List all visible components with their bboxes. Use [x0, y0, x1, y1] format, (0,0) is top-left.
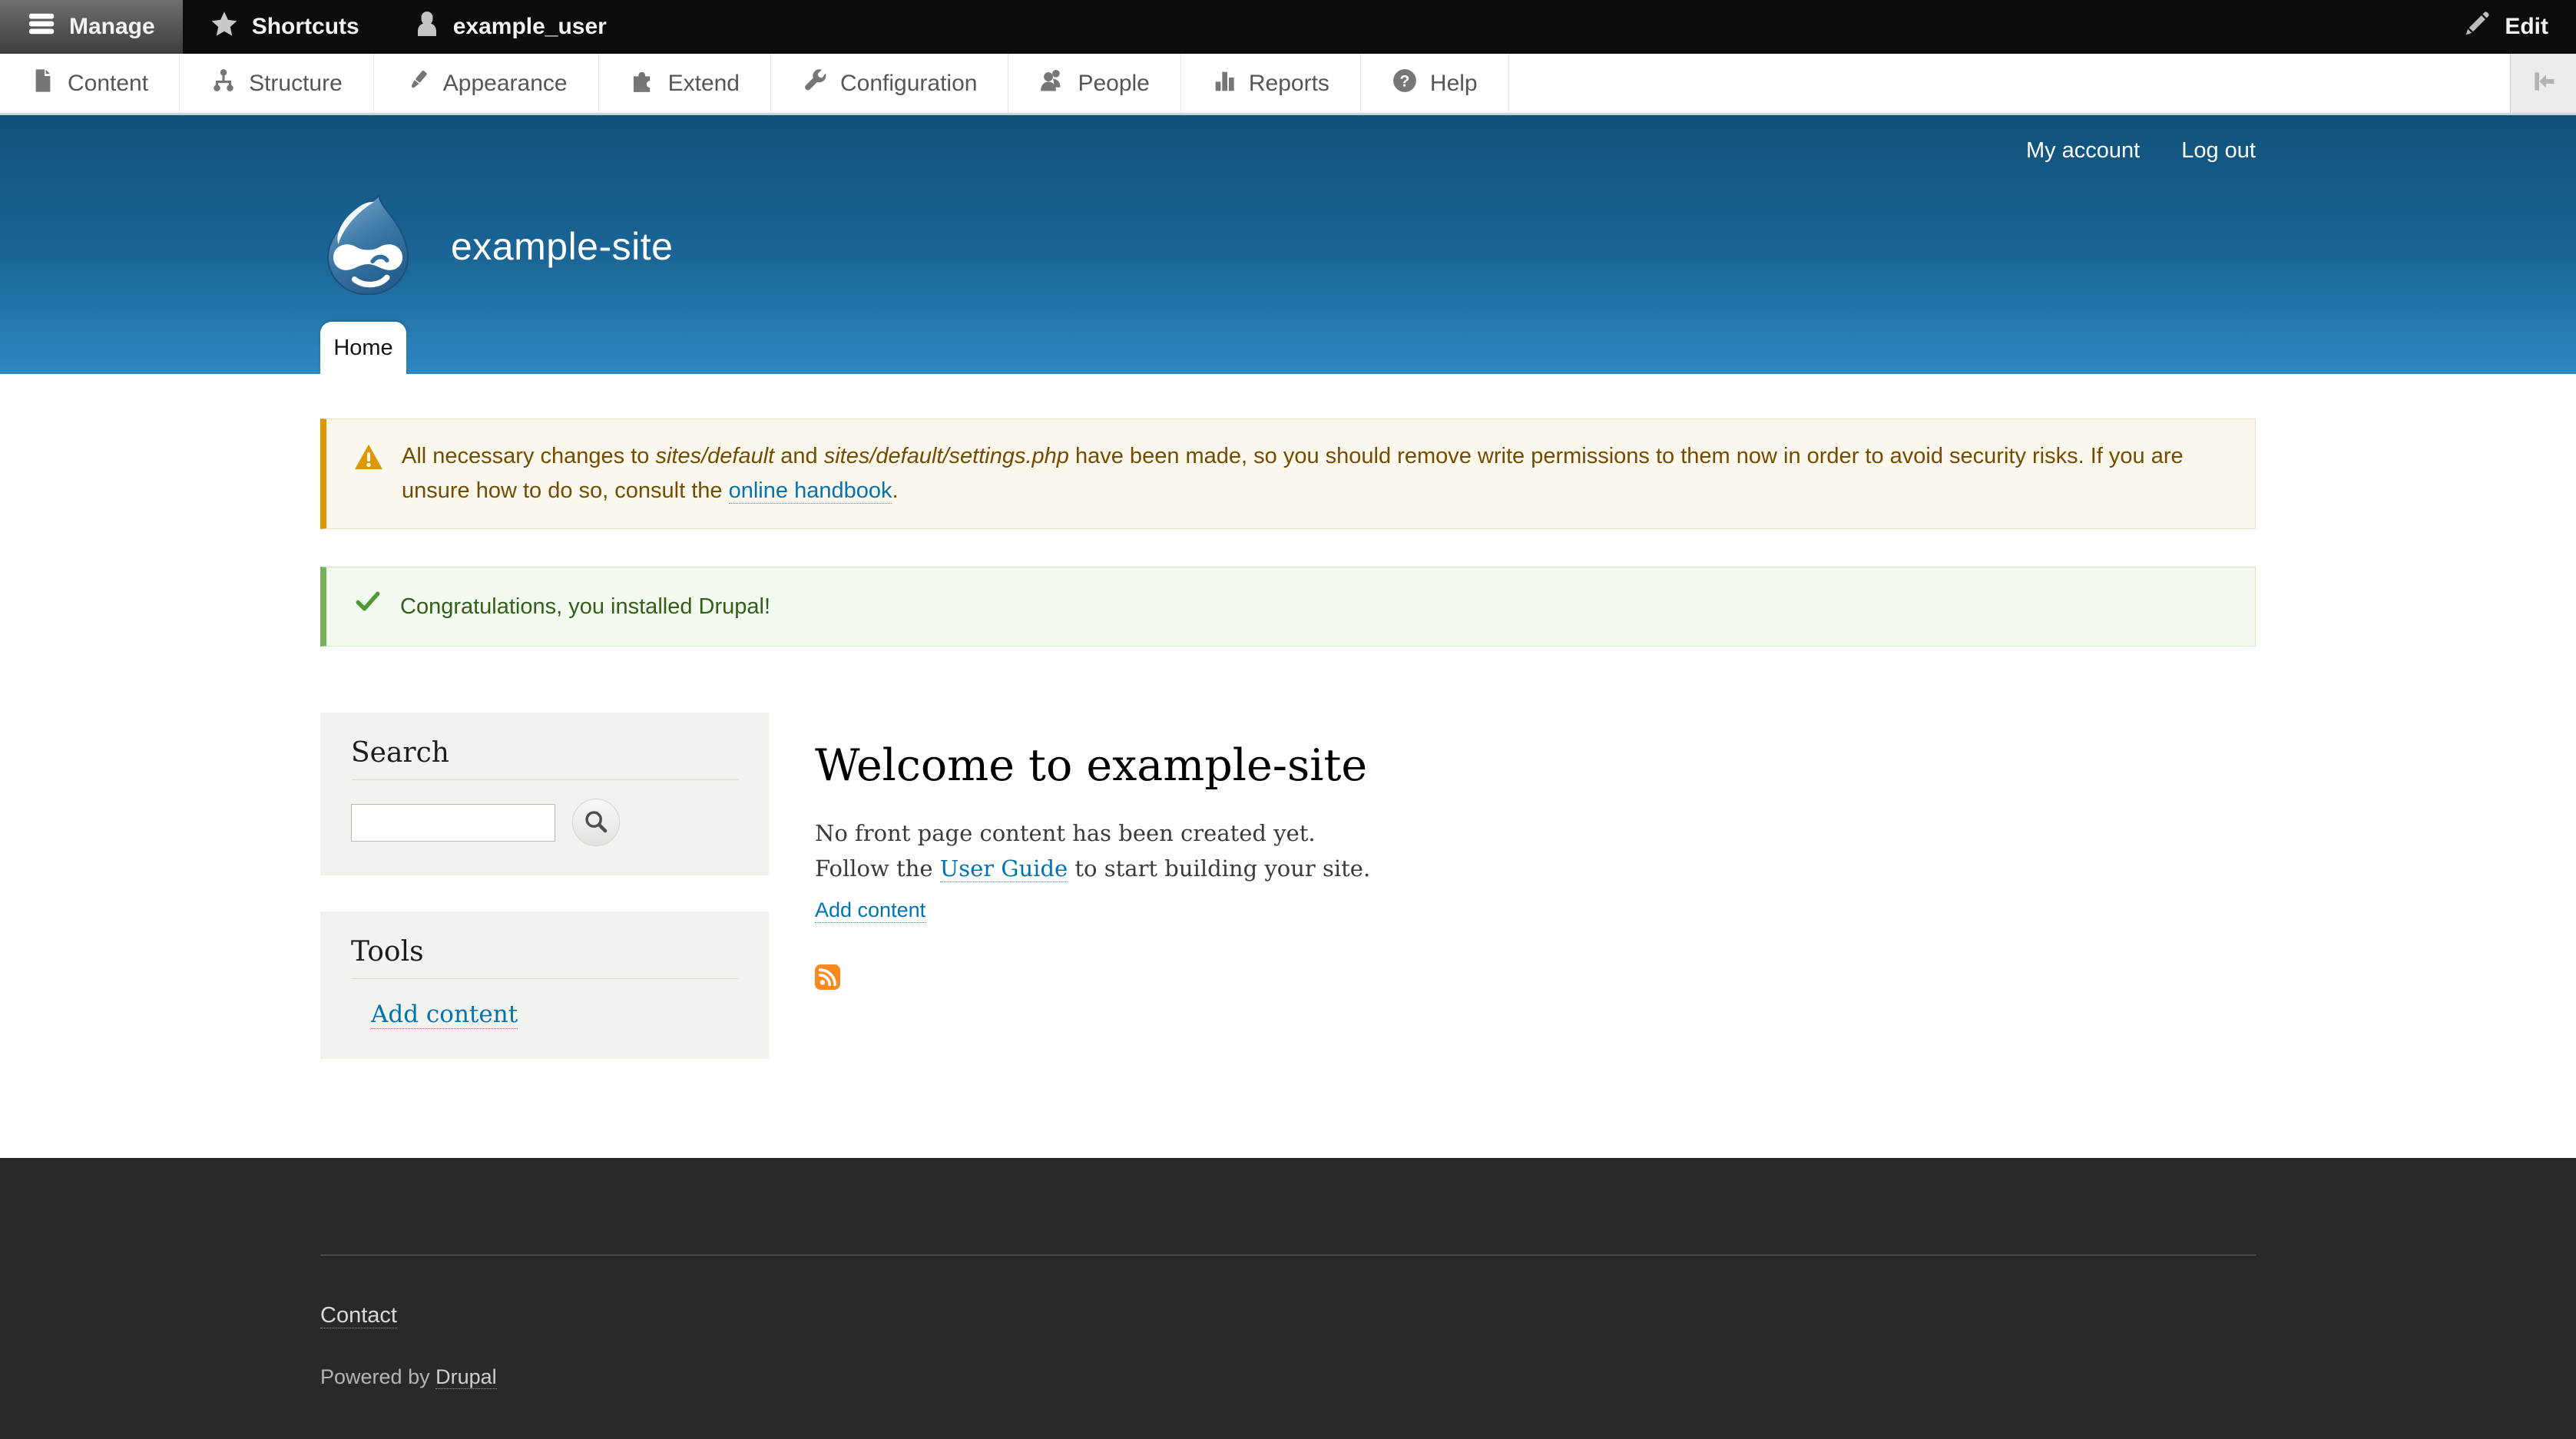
log-out-link[interactable]: Log out — [2181, 138, 2256, 164]
site-branding[interactable]: example-site — [320, 194, 673, 299]
primary-tabs: Home — [320, 322, 406, 374]
admin-bar-edit-button[interactable]: Edit — [2435, 0, 2576, 54]
divider — [351, 779, 738, 780]
main-content: Welcome to example-site No front page co… — [815, 713, 2256, 994]
puzzle-icon — [630, 68, 656, 100]
svg-text:?: ? — [1399, 71, 1409, 90]
site-header: My account Log out — [0, 115, 2576, 374]
admin-bar-user[interactable]: example_user — [387, 0, 634, 54]
admin-bar-edit-label: Edit — [2505, 14, 2548, 40]
help-icon: ? — [1392, 68, 1418, 100]
toolbar-item-label: Reports — [1249, 71, 1329, 97]
my-account-link[interactable]: My account — [2026, 138, 2140, 164]
warning-text: All necessary changes to sites/default a… — [402, 439, 2227, 508]
search-icon — [583, 809, 609, 837]
admin-bar-shortcuts[interactable]: Shortcuts — [183, 0, 387, 54]
sitemap-icon — [210, 68, 237, 100]
toolbar: Content Structure Appearance Extend Conf… — [0, 54, 2576, 115]
admin-bar: Manage Shortcuts example_user Edit — [0, 0, 2576, 54]
rss-feed-link[interactable] — [815, 980, 840, 993]
toolbar-item-label: Content — [68, 71, 148, 97]
hamburger-icon — [28, 13, 55, 41]
add-content-link[interactable]: Add content — [815, 898, 925, 923]
user-icon — [415, 10, 439, 44]
wrench-icon — [802, 68, 828, 100]
toolbar-item-label: People — [1078, 71, 1149, 97]
search-block-title: Search — [351, 737, 738, 769]
rss-icon — [815, 980, 840, 993]
divider — [351, 978, 738, 979]
toolbar-item-people[interactable]: People — [1008, 54, 1180, 113]
checkmark-icon — [354, 587, 382, 626]
toolbar-item-label: Help — [1430, 71, 1478, 97]
warning-text-part: All necessary changes to — [402, 444, 655, 468]
toolbar-item-label: Extend — [668, 71, 740, 97]
empty-frontpage-text: No front page content has been created y… — [815, 815, 2256, 851]
footer-contact-link[interactable]: Contact — [320, 1303, 397, 1328]
toolbar-item-help[interactable]: ? Help — [1361, 54, 1509, 113]
site-name[interactable]: example-site — [451, 224, 673, 269]
collapse-left-icon — [2528, 66, 2559, 101]
warning-icon — [354, 439, 383, 508]
search-block: Search — [320, 713, 769, 875]
search-button[interactable] — [572, 799, 620, 846]
admin-bar-spacer — [634, 0, 2435, 54]
toolbar-item-label: Structure — [249, 71, 343, 97]
paintbrush-icon — [405, 68, 431, 100]
search-input[interactable] — [351, 804, 555, 842]
tools-block-title: Tools — [351, 936, 738, 968]
warning-path: sites/default/settings.php — [824, 444, 1069, 468]
status-message: Congratulations, you installed Drupal! — [320, 567, 2256, 647]
warning-path: sites/default — [655, 444, 774, 468]
sidebar: Search Tools Add c — [320, 713, 769, 1059]
account-menu: My account Log out — [2026, 138, 2256, 164]
admin-bar-manage-label: Manage — [69, 14, 155, 40]
status-text: Congratulations, you installed Drupal! — [400, 590, 770, 624]
tools-add-content-link[interactable]: Add content — [371, 1001, 518, 1029]
toolbar-item-label: Configuration — [840, 71, 977, 97]
messages: All necessary changes to sites/default a… — [320, 374, 2256, 647]
tools-block: Tools Add content — [320, 911, 769, 1059]
toolbar-item-configuration[interactable]: Configuration — [771, 54, 1008, 113]
guide-text: Follow the User Guide to start building … — [815, 851, 2256, 886]
toolbar-item-label: Appearance — [443, 71, 568, 97]
pencil-icon — [2463, 10, 2491, 44]
guide-text-part: to start building your site. — [1068, 855, 1370, 882]
drupal-link[interactable]: Drupal — [435, 1365, 497, 1389]
powered-by-text: Powered by — [320, 1365, 435, 1388]
footer: Contact Powered by Drupal — [0, 1158, 2576, 1439]
bar-chart-icon — [1212, 68, 1237, 100]
toolbar-item-structure[interactable]: Structure — [180, 54, 374, 113]
admin-bar-manage[interactable]: Manage — [0, 0, 183, 54]
guide-text-part: Follow the — [815, 855, 940, 882]
toolbar-item-appearance[interactable]: Appearance — [374, 54, 599, 113]
tab-home[interactable]: Home — [320, 322, 406, 374]
toolbar-orientation-toggle[interactable] — [2510, 54, 2576, 113]
content-area: All necessary changes to sites/default a… — [0, 374, 2576, 1158]
page-title: Welcome to example-site — [815, 740, 2256, 791]
toolbar-item-extend[interactable]: Extend — [599, 54, 771, 113]
online-handbook-link[interactable]: online handbook — [729, 478, 892, 504]
admin-bar-shortcuts-label: Shortcuts — [252, 14, 359, 40]
file-icon — [31, 68, 55, 100]
warning-text-part: and — [774, 444, 824, 468]
powered-by: Powered by Drupal — [320, 1328, 2256, 1389]
user-guide-link[interactable]: User Guide — [940, 855, 1068, 882]
people-icon — [1039, 68, 1065, 100]
warning-message: All necessary changes to sites/default a… — [320, 418, 2256, 529]
drupal-logo — [320, 194, 416, 299]
star-icon — [210, 10, 238, 44]
admin-bar-user-label: example_user — [453, 14, 607, 40]
toolbar-item-reports[interactable]: Reports — [1181, 54, 1361, 113]
warning-text-part: . — [892, 478, 898, 503]
toolbar-item-content[interactable]: Content — [0, 54, 180, 113]
